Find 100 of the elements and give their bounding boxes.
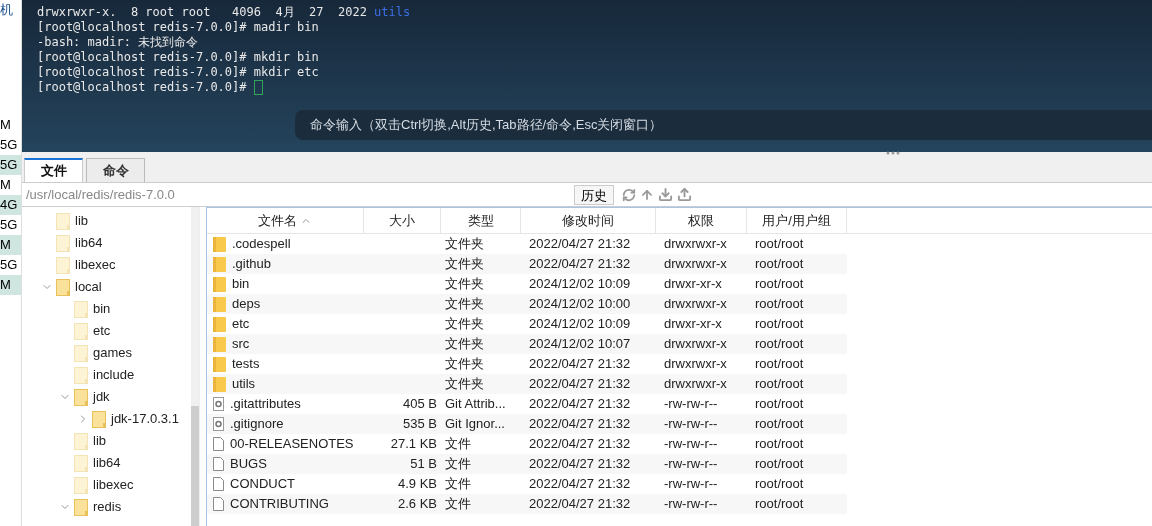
tree-item[interactable]: etc [93, 321, 111, 341]
table-cell-text: bin [232, 275, 250, 294]
table-cell-text: 00-RELEASENOTES [230, 435, 354, 454]
file-row[interactable]: utils 文件夹 2022/04/27 21:32 drwxrwxr-x root/root [207, 374, 847, 394]
table-cell-text: -rw-rw-r-- [664, 435, 718, 454]
scrollbar-thumb[interactable] [191, 406, 199, 526]
table-cell-text: CONDUCT [230, 475, 295, 494]
file-row[interactable]: BUGS 51 B 文件 2022/04/27 21:32 -rw-rw-r-- root/root [207, 454, 847, 474]
folder-icon [56, 234, 70, 252]
history-button[interactable]: 历史 [574, 184, 614, 205]
table-cell-text: CONTRIBUTING [230, 495, 329, 514]
column-header[interactable]: 修改时间 [521, 208, 656, 233]
tab[interactable]: 文件 [24, 158, 83, 182]
folder-icon [74, 476, 88, 494]
table-cell-text: 2024/12/02 10:07 [529, 335, 631, 354]
table-cell-text: drwxr-xr-x [664, 315, 722, 334]
tree-item[interactable]: redis [93, 497, 122, 517]
folder-icon [56, 256, 70, 274]
panel-title: 机 [0, 1, 14, 19]
table-cell-text: 2022/04/27 21:32 [529, 415, 631, 434]
tree-item[interactable]: jdk [93, 387, 110, 407]
download-icon[interactable] [658, 187, 673, 202]
table-cell-text: 2022/04/27 21:32 [529, 435, 631, 454]
file-icon [213, 477, 224, 491]
table-cell-text: 2024/12/02 10:09 [529, 275, 631, 294]
tree-item[interactable]: jdk-17.0.3.1 [111, 409, 179, 429]
table-cell-text: BUGS [230, 455, 267, 474]
table-cell-text: Git Attrib... [445, 395, 506, 414]
terminal-line: -bash: madir: 未找到命令 [37, 35, 200, 50]
table-cell-text: utils [232, 375, 256, 394]
column-header[interactable]: 类型 [441, 208, 521, 233]
table-cell-text: 2022/04/27 21:32 [529, 395, 631, 414]
folder-icon [213, 276, 226, 292]
folder-icon [213, 376, 226, 392]
panel-value: M [0, 235, 21, 255]
tree-item[interactable]: libexec [75, 255, 116, 275]
command-input[interactable]: 命令输入（双击Ctrl切换,Alt历史,Tab路径/命令,Esc关闭窗口） [295, 110, 1152, 140]
tree-item[interactable]: lib64 [93, 453, 121, 473]
tree-item[interactable]: lib [75, 211, 88, 231]
table-cell-text: 文件夹 [445, 275, 484, 294]
folder-icon [74, 322, 88, 340]
path-field[interactable]: /usr/local/redis/redis-7.0.0 [26, 184, 574, 205]
upload-icon[interactable] [677, 187, 692, 202]
table-cell-text: src [232, 335, 250, 354]
file-icon [213, 437, 224, 451]
panel-value: 5G [0, 155, 21, 175]
file-icon [213, 497, 224, 511]
tree-item[interactable]: libexec [93, 475, 134, 495]
table-cell-text: 4.9 KB [397, 475, 437, 494]
table-cell-text: root/root [755, 375, 804, 394]
table-cell-text: .gitignore [230, 415, 284, 434]
table-cell-text: 文件夹 [445, 375, 484, 394]
table-cell-text: -rw-rw-r-- [664, 395, 718, 414]
table-cell-text: 文件夹 [445, 235, 484, 254]
table-cell-text: etc [232, 315, 250, 334]
column-header[interactable]: 大小 [364, 208, 441, 233]
tree-item[interactable]: games [93, 343, 133, 363]
table-cell-text: root/root [755, 475, 804, 494]
table-cell-text: .github [232, 255, 272, 274]
folder-icon [213, 236, 226, 252]
table-cell-text: drwxr-xr-x [664, 275, 722, 294]
terminal-line: [root@localhost redis-7.0.0]# mkdir etc [37, 65, 320, 80]
table-cell-text: root/root [755, 235, 804, 254]
column-header[interactable]: 权限 [656, 208, 747, 233]
tab[interactable]: 命令 [86, 158, 145, 182]
table-cell-text: 文件夹 [445, 335, 484, 354]
file-row[interactable]: .gitignore 535 B Git Ignor... 2022/04/27 21:32 -rw-rw-r-- root/root [207, 414, 847, 434]
file-row[interactable]: .github 文件夹 2022/04/27 21:32 drwxrwxr-x root/root [207, 254, 847, 274]
table-cell-text: drwxrwxr-x [664, 295, 727, 314]
file-icon [213, 457, 224, 471]
column-header[interactable]: 文件名 [207, 208, 364, 233]
table-cell-text: drwxrwxr-x [664, 375, 727, 394]
table-cell-text: -rw-rw-r-- [664, 495, 718, 514]
folder-icon [92, 410, 106, 428]
refresh-icon[interactable] [622, 187, 636, 202]
gear-file-icon [213, 397, 224, 411]
panel-value: M [0, 176, 12, 194]
tree-item[interactable]: lib64 [75, 233, 103, 253]
tree-item[interactable]: bin [93, 299, 111, 319]
table-cell-text: 2022/04/27 21:32 [529, 475, 631, 494]
tree-item[interactable]: include [93, 365, 135, 385]
table-cell-text: root/root [755, 255, 804, 274]
terminal-line: drwxrwxr-x. 8 root root 4096 4月 27 2022 utils [37, 5, 412, 20]
table-cell-text: tests [232, 355, 260, 374]
table-cell-text: -rw-rw-r-- [664, 475, 718, 494]
table-cell-text: 文件 [445, 455, 471, 474]
column-header[interactable]: 用户/用户组 [747, 208, 847, 233]
table-cell-text: -rw-rw-r-- [664, 415, 718, 434]
file-row[interactable]: CONTRIBUTING 2.6 KB 文件 2022/04/27 21:32 -rw-rw-r-- root/root [207, 494, 847, 514]
file-row[interactable]: src 文件夹 2024/12/02 10:07 drwxrwxr-x root/root [207, 334, 847, 354]
file-row[interactable]: deps 文件夹 2024/12/02 10:00 drwxrwxr-x root/root [207, 294, 847, 314]
folder-icon [74, 388, 88, 406]
folder-icon [213, 356, 226, 372]
tree-item[interactable]: lib [93, 431, 106, 451]
terminal-line: [root@localhost redis-7.0.0]# mkdir bin [37, 50, 320, 65]
table-cell-text: drwxrwxr-x [664, 355, 727, 374]
tree-item[interactable]: local [75, 277, 102, 297]
folder-icon [213, 336, 226, 352]
terminal-line: [root@localhost redis-7.0.0]# madir bin [37, 20, 320, 35]
folder-icon [213, 296, 226, 312]
